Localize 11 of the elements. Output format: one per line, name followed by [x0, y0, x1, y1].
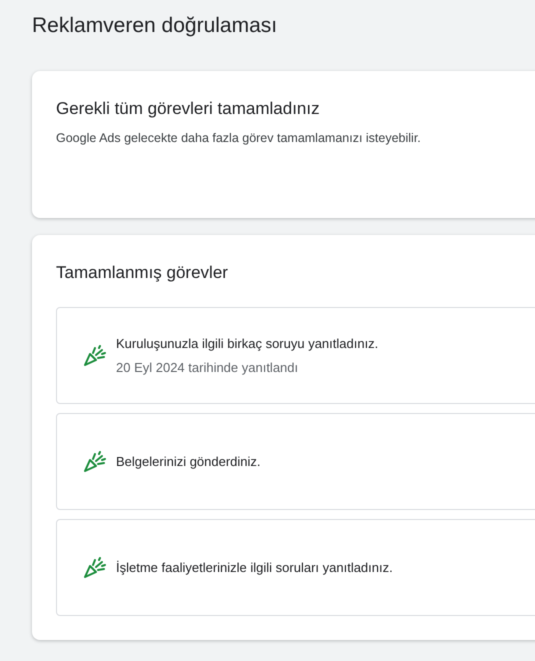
section-title: Tamamlanmış görevler [56, 262, 229, 284]
card-title: Gerekli tüm görevleri tamamladınız [56, 98, 321, 120]
task-text: Belgelerinizi gönderdiniz. [116, 452, 261, 471]
card-description: Google Ads gelecekte daha fazla görev tamamlamanızı isteyebilir. [56, 130, 422, 147]
task-text: Kuruluşunuzla ilgili birkaç soruyu yanıtladınız. [116, 334, 378, 353]
task-text: İşletme faaliyetlerinizle ilgili soruları yanıtladınız. [116, 558, 393, 577]
page-title: Reklamveren doğrulaması [32, 13, 278, 39]
task-date: 20 Eyl 2024 tarihinde yanıtlandı [116, 359, 300, 377]
party-popper-icon [83, 344, 107, 366]
party-popper-icon [83, 450, 107, 472]
party-popper-icon [83, 556, 107, 578]
